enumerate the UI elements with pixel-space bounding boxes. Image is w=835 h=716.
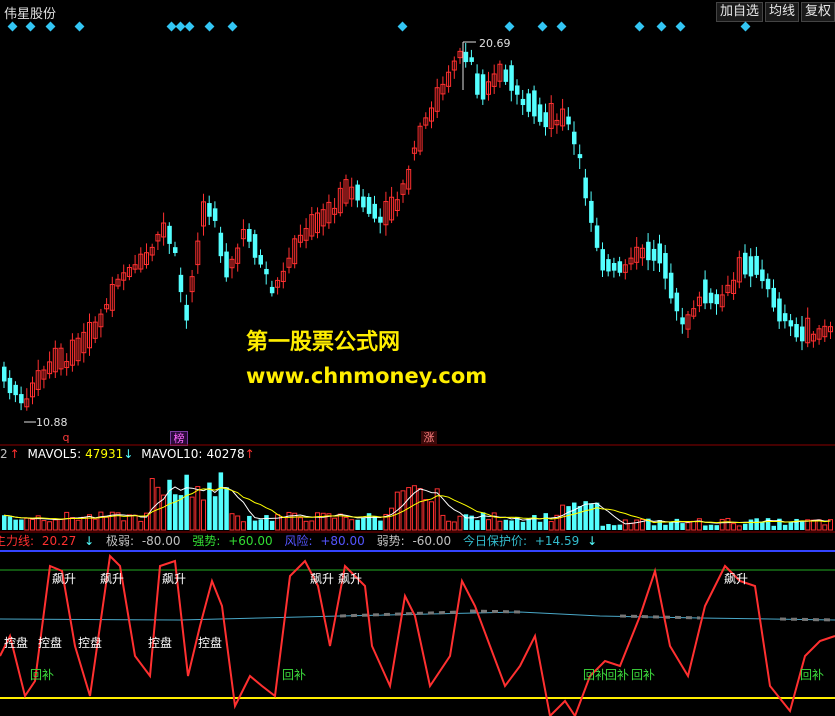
signal-control-label: 控盘	[38, 636, 63, 650]
down-arrow-icon: ↓	[123, 447, 134, 461]
pane-divider	[0, 444, 835, 446]
watermark-url: www.chnmoney.com	[246, 364, 488, 388]
signal-rise-label: 飙升	[338, 572, 363, 586]
signal-rise-label: 飙升	[100, 572, 125, 586]
flag-rise[interactable]: 涨	[421, 431, 437, 444]
signal-rebound-label: 回补	[800, 668, 825, 682]
mavol5-label: MAVOL5:	[27, 447, 82, 461]
signal-control-label: 控盘	[78, 636, 103, 650]
pane-divider	[0, 531, 835, 533]
stock-chart-window: 伟星股份 加自选 均线 复权 20.69 10.88 第一股票公式网 www.c…	[0, 0, 835, 716]
moving-average-button[interactable]: 均线	[764, 2, 799, 22]
signal-control-label: 控盘	[148, 636, 173, 650]
mavol5-value: 47931	[85, 447, 124, 461]
price-adjust-button[interactable]: 复权	[800, 2, 835, 22]
signal-rebound-label: 回补	[631, 668, 656, 682]
signal-rise-label: 飙升	[310, 572, 335, 586]
signal-rebound-label: 回补	[282, 668, 307, 682]
signal-control-label: 控盘	[4, 636, 29, 650]
signal-rise-label: 飙升	[724, 572, 749, 586]
signal-rebound-label: 回补	[30, 668, 55, 682]
volume-chart[interactable]	[0, 462, 835, 532]
top-toolbar: 加自选 均线 复权	[715, 2, 835, 22]
mavol10-value: 40278	[206, 447, 245, 461]
up-arrow-icon: ↑	[244, 447, 255, 461]
add-to-watchlist-button[interactable]: 加自选	[715, 2, 763, 22]
up-arrow-icon: ↑	[9, 447, 20, 461]
volume-prefix: 2	[0, 447, 8, 461]
low-price-label: 10.88	[36, 416, 68, 429]
flag-q[interactable]: q	[58, 431, 74, 444]
watermark-title: 第一股票公式网	[246, 330, 401, 355]
signal-rise-label: 飙升	[52, 572, 77, 586]
high-price-label: 20.69	[479, 37, 511, 50]
signal-rebound-label: 回补	[583, 668, 608, 682]
indicator-chart[interactable]	[0, 546, 835, 716]
volume-header: 2 ↑ MAVOL5: 47931↓ MAVOL10: 40278↑	[0, 447, 259, 462]
signal-rise-label: 飙升	[162, 572, 187, 586]
mavol10-label: MAVOL10:	[141, 447, 203, 461]
signal-control-label: 控盘	[198, 636, 223, 650]
signal-rebound-label: 回补	[605, 668, 630, 682]
